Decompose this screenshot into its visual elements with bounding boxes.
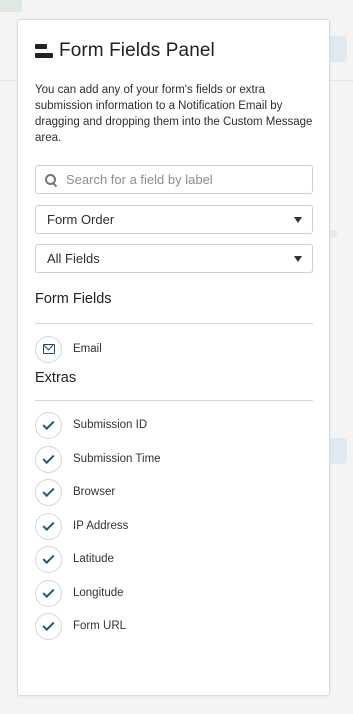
field-filter-value: All Fields [47,251,100,266]
extra-item-label: Form URL [73,620,127,632]
extra-item-label: Latitude [73,553,114,565]
background-button [327,36,347,62]
search-field[interactable] [35,165,313,194]
fields-panel-icon [35,44,53,58]
field-item-email[interactable]: Email [35,335,102,363]
checkmark-icon [35,478,62,506]
extra-item-label: Submission Time [73,453,161,465]
chevron-down-icon [294,255,302,262]
extras-heading: Extras [35,370,77,386]
field-filter-select[interactable]: All Fields [35,244,313,273]
chevron-down-icon [294,216,302,223]
extra-item-browser[interactable]: Browser [35,478,115,506]
search-input[interactable] [66,172,306,187]
extra-item-ip-address[interactable]: IP Address [35,512,128,540]
field-order-select[interactable]: Form Order [35,205,313,234]
search-icon [44,173,58,187]
extra-item-longitude[interactable]: Longitude [35,579,124,607]
extra-item-label: Browser [73,486,116,498]
checkmark-icon [35,445,62,473]
extra-item-label: IP Address [73,520,129,532]
extra-item-submission-time[interactable]: Submission Time [35,445,161,473]
field-order-value: Form Order [47,212,115,227]
field-item-label: Email [73,343,102,355]
envelope-icon [35,335,62,363]
divider [35,400,313,401]
extra-item-label: Submission ID [73,419,148,431]
extra-item-latitude[interactable]: Latitude [35,545,114,573]
background-tab [0,0,22,12]
extra-item-form-url[interactable]: Form URL [35,612,126,640]
panel-header: Form Fields Panel [35,40,215,62]
checkmark-icon [35,512,62,540]
divider [35,323,313,324]
panel-description: You can add any of your form's fields or… [35,84,313,144]
panel-title: Form Fields Panel [59,40,215,61]
extra-item-submission-id[interactable]: Submission ID [35,411,147,439]
checkmark-icon [35,612,62,640]
form-fields-heading: Form Fields [35,291,112,307]
background-button [327,438,347,464]
checkmark-icon [35,579,62,607]
checkmark-icon [35,545,62,573]
checkmark-icon [35,411,62,439]
background-dot [329,230,337,238]
extra-item-label: Longitude [73,587,124,599]
form-fields-panel: Form Fields Panel You can add any of you… [17,19,330,696]
